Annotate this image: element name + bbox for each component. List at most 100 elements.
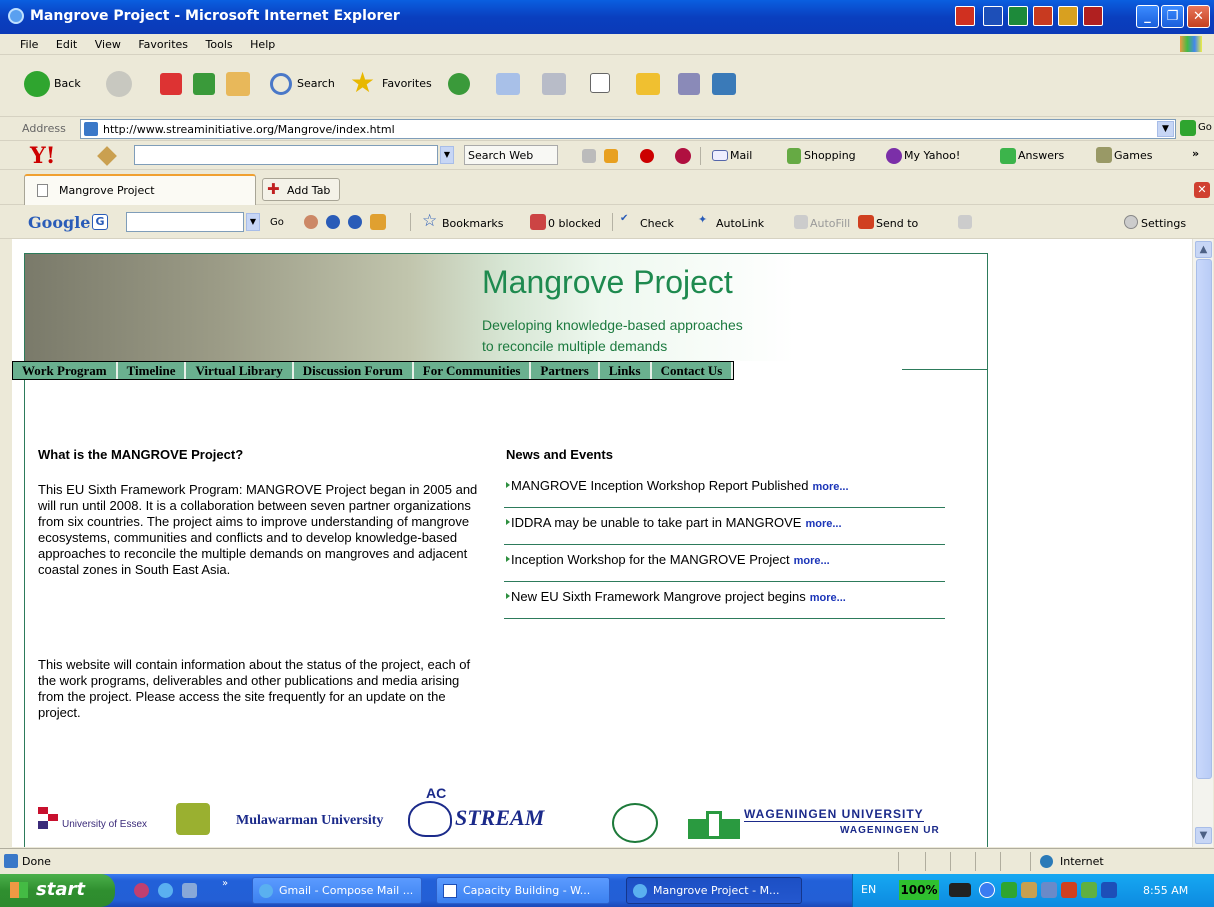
antispy-icon[interactable] xyxy=(640,149,654,163)
quicklaunch-icon[interactable] xyxy=(134,883,149,898)
answers-button[interactable]: Answers xyxy=(1018,149,1064,162)
shopping-icon[interactable] xyxy=(787,148,801,164)
more-link[interactable]: more... xyxy=(812,481,848,493)
yahoo-shopping-button[interactable]: Shopping xyxy=(804,149,856,162)
google-logo-icon[interactable]: Google xyxy=(28,213,90,232)
research-icon[interactable] xyxy=(678,73,700,95)
back-arrow-icon[interactable] xyxy=(24,71,50,97)
autofill-button[interactable]: AutoFill xyxy=(810,217,850,230)
antivirus-icon[interactable] xyxy=(1061,882,1077,898)
quicklaunch-overflow-icon[interactable]: » xyxy=(222,878,228,889)
launchcast-icon[interactable] xyxy=(675,148,691,164)
nav-work-program[interactable]: Work Program xyxy=(13,362,118,379)
yahoo-logo-icon[interactable]: Y! xyxy=(30,143,55,169)
mail-icon[interactable] xyxy=(496,73,520,95)
refresh-icon[interactable] xyxy=(193,73,215,95)
menu-favorites[interactable]: Favorites xyxy=(138,38,188,51)
scroll-thumb[interactable] xyxy=(1196,259,1212,779)
go-arrow-icon[interactable] xyxy=(1180,120,1196,136)
popup-blocked-icon[interactable] xyxy=(530,214,546,230)
back-button[interactable]: Back xyxy=(54,77,81,90)
pencil-icon[interactable] xyxy=(97,146,117,166)
settings-icon[interactable] xyxy=(1124,215,1138,229)
wageningen-logo-icon[interactable] xyxy=(688,811,740,839)
nav-timeline[interactable]: Timeline xyxy=(117,362,187,379)
yahoo-mail-button[interactable]: Mail xyxy=(730,149,752,162)
green-seal-logo-icon[interactable] xyxy=(612,803,658,843)
security-shield-icon[interactable] xyxy=(1001,882,1017,898)
wageningen-logo-text[interactable]: WAGENINGEN UNIVERSITY xyxy=(744,807,924,822)
word-icon[interactable] xyxy=(983,6,1003,26)
word-edit-icon[interactable] xyxy=(590,73,610,93)
nav-partners[interactable]: Partners xyxy=(531,362,600,379)
acrobat-icon[interactable] xyxy=(1083,6,1103,26)
autofill-icon[interactable] xyxy=(794,215,808,229)
ie-quicklaunch-icon[interactable] xyxy=(158,883,173,898)
google-go-button[interactable]: Go xyxy=(270,217,284,228)
menu-file[interactable]: File xyxy=(20,38,38,51)
forward-arrow-icon[interactable] xyxy=(106,71,132,97)
nav-links[interactable]: Links xyxy=(599,362,652,379)
send-to-button[interactable]: Send to xyxy=(876,217,918,230)
vertical-scrollbar[interactable]: ▲ ▼ xyxy=(1192,239,1213,847)
more-link[interactable]: more... xyxy=(805,518,841,530)
menu-view[interactable]: View xyxy=(95,38,121,51)
menu-help[interactable]: Help xyxy=(250,38,275,51)
menu-tools[interactable]: Tools xyxy=(206,38,233,51)
popup-blocker-icon[interactable] xyxy=(604,149,618,163)
yahoo-search-input[interactable] xyxy=(134,145,438,165)
autolink-button[interactable]: AutoLink xyxy=(716,217,764,230)
nav-virtual-library[interactable]: Virtual Library xyxy=(186,362,294,379)
tab-mangrove-project[interactable]: Mangrove Project xyxy=(24,174,256,205)
search-button[interactable]: Search xyxy=(297,77,335,90)
tray-app-icon[interactable] xyxy=(955,6,975,26)
desktop-quicklaunch-icon[interactable] xyxy=(182,883,197,898)
nav-for-communities[interactable]: For Communities xyxy=(413,362,532,379)
mail-icon[interactable] xyxy=(712,150,728,161)
games-button[interactable]: Games xyxy=(1114,149,1152,162)
bookmarks-button[interactable]: Bookmarks xyxy=(442,217,503,230)
nav-discussion-forum[interactable]: Discussion Forum xyxy=(293,362,414,379)
home-icon[interactable] xyxy=(226,72,250,96)
print-icon[interactable] xyxy=(542,73,566,95)
menu-edit[interactable]: Edit xyxy=(56,38,77,51)
pencil-icon[interactable] xyxy=(958,215,972,229)
globe-icon[interactable] xyxy=(326,215,340,229)
news-icon[interactable] xyxy=(304,215,318,229)
google-search-input[interactable] xyxy=(126,212,244,232)
start-button[interactable]: start xyxy=(0,874,115,907)
close-button[interactable]: ✕ xyxy=(1187,5,1210,28)
my-yahoo-button[interactable]: My Yahoo! xyxy=(904,149,960,162)
check-button[interactable]: Check xyxy=(640,217,674,230)
tray-arrow-icon[interactable] xyxy=(979,882,995,898)
add-tab-button[interactable]: ✚ Add Tab xyxy=(262,178,340,201)
address-field[interactable]: http://www.streaminitiative.org/Mangrove… xyxy=(80,119,1176,139)
news-item-link[interactable]: MANGROVE Inception Workshop Report Publi… xyxy=(511,478,808,493)
stream-logo-icon[interactable] xyxy=(408,801,452,837)
taskbar-item-word[interactable]: Capacity Building - W... xyxy=(436,877,610,904)
battery-percent[interactable]: 100% xyxy=(899,880,939,900)
mulawarman-logo-text[interactable]: Mulawarman University xyxy=(236,813,383,829)
go-button[interactable]: Go xyxy=(1198,122,1212,133)
display-icon[interactable] xyxy=(1101,882,1117,898)
excel-icon[interactable] xyxy=(1008,6,1028,26)
autolink-icon[interactable]: ✦ xyxy=(698,213,707,226)
network-icon[interactable] xyxy=(1021,882,1037,898)
globe-icon[interactable] xyxy=(348,215,362,229)
toolbar-overflow-button[interactable]: » xyxy=(1192,147,1199,160)
news-item-link[interactable]: IDDRA may be unable to take part in MANG… xyxy=(511,515,801,530)
monitor-icon[interactable] xyxy=(1041,882,1057,898)
spellcheck-icon[interactable]: ✔ xyxy=(620,213,628,224)
more-link[interactable]: more... xyxy=(794,555,830,567)
google-search-dropdown[interactable]: ▼ xyxy=(246,213,260,231)
my-yahoo-icon[interactable] xyxy=(886,148,902,164)
minimize-button[interactable]: _ xyxy=(1136,5,1159,28)
outlook-icon[interactable] xyxy=(1058,6,1078,26)
update-icon[interactable] xyxy=(1081,882,1097,898)
taskbar-item-mangrove[interactable]: Mangrove Project - M... xyxy=(626,877,802,904)
bookmarks-star-icon[interactable]: ☆ xyxy=(422,211,437,231)
messenger-icon[interactable] xyxy=(712,73,736,95)
language-indicator[interactable]: EN xyxy=(861,883,876,896)
mulawarman-crest-icon[interactable] xyxy=(176,803,210,835)
power-plug-icon[interactable] xyxy=(949,883,971,897)
